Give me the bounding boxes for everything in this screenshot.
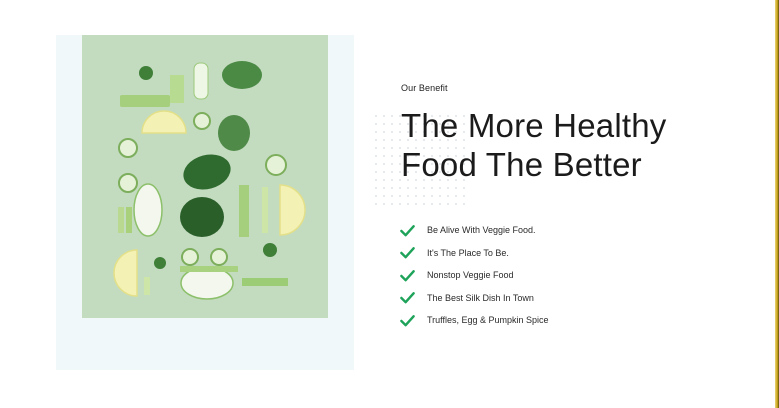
benefit-text: Be Alive With Veggie Food. (427, 225, 536, 236)
section-eyebrow: Our Benefit (401, 83, 448, 93)
benefit-text: It's The Place To Be. (427, 247, 509, 258)
headline-line-1: The More Healthy (401, 107, 667, 144)
benefit-list: Be Alive With Veggie Food. It's The Plac… (400, 219, 549, 332)
check-icon (400, 224, 415, 237)
benefit-item: Be Alive With Veggie Food. (400, 219, 549, 242)
benefit-item: The Best Silk Dish In Town (400, 287, 549, 310)
veggie-flatlay-image (82, 35, 328, 318)
check-icon (400, 269, 415, 282)
check-icon (400, 314, 415, 327)
headline-line-2: Food The Better (401, 146, 642, 183)
benefit-item: It's The Place To Be. (400, 242, 549, 265)
right-edge-strip (775, 0, 779, 408)
benefit-item: Truffles, Egg & Pumpkin Spice (400, 309, 549, 332)
veggie-illustration (82, 35, 328, 318)
benefit-item: Nonstop Veggie Food (400, 264, 549, 287)
benefit-text: The Best Silk Dish In Town (427, 292, 534, 303)
check-icon (400, 292, 415, 304)
benefit-text: Truffles, Egg & Pumpkin Spice (427, 315, 549, 326)
check-icon (400, 247, 415, 259)
benefit-text: Nonstop Veggie Food (427, 270, 514, 281)
section-headline: The More Healthy Food The Better (401, 106, 731, 184)
